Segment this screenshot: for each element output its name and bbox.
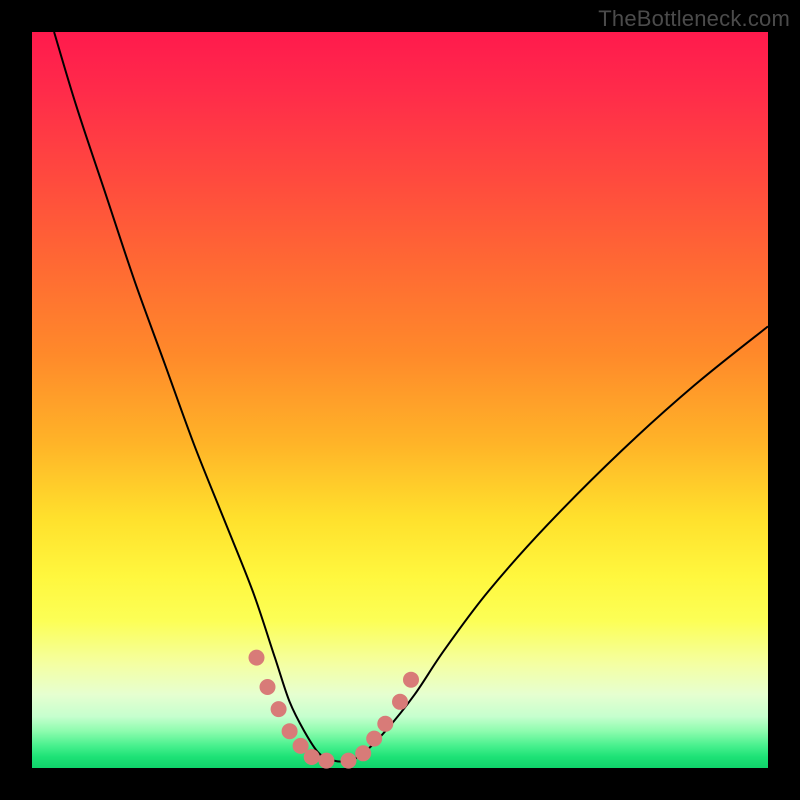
- plot-area: [32, 32, 768, 768]
- highlight-dot: [271, 701, 287, 717]
- highlight-dots-group: [249, 650, 420, 769]
- bottleneck-curve-path: [54, 32, 768, 762]
- highlight-dot: [304, 749, 320, 765]
- highlight-dot: [366, 731, 382, 747]
- highlight-dot: [377, 716, 393, 732]
- highlight-dot: [341, 753, 357, 769]
- highlight-dot: [392, 694, 408, 710]
- watermark-text: TheBottleneck.com: [598, 6, 790, 32]
- chart-frame: TheBottleneck.com: [0, 0, 800, 800]
- chart-svg: [32, 32, 768, 768]
- highlight-dot: [282, 723, 298, 739]
- highlight-dot: [318, 753, 334, 769]
- highlight-dot: [260, 679, 276, 695]
- highlight-dot: [249, 650, 265, 666]
- curve-line: [54, 32, 768, 762]
- highlight-dot: [403, 672, 419, 688]
- highlight-dot: [355, 745, 371, 761]
